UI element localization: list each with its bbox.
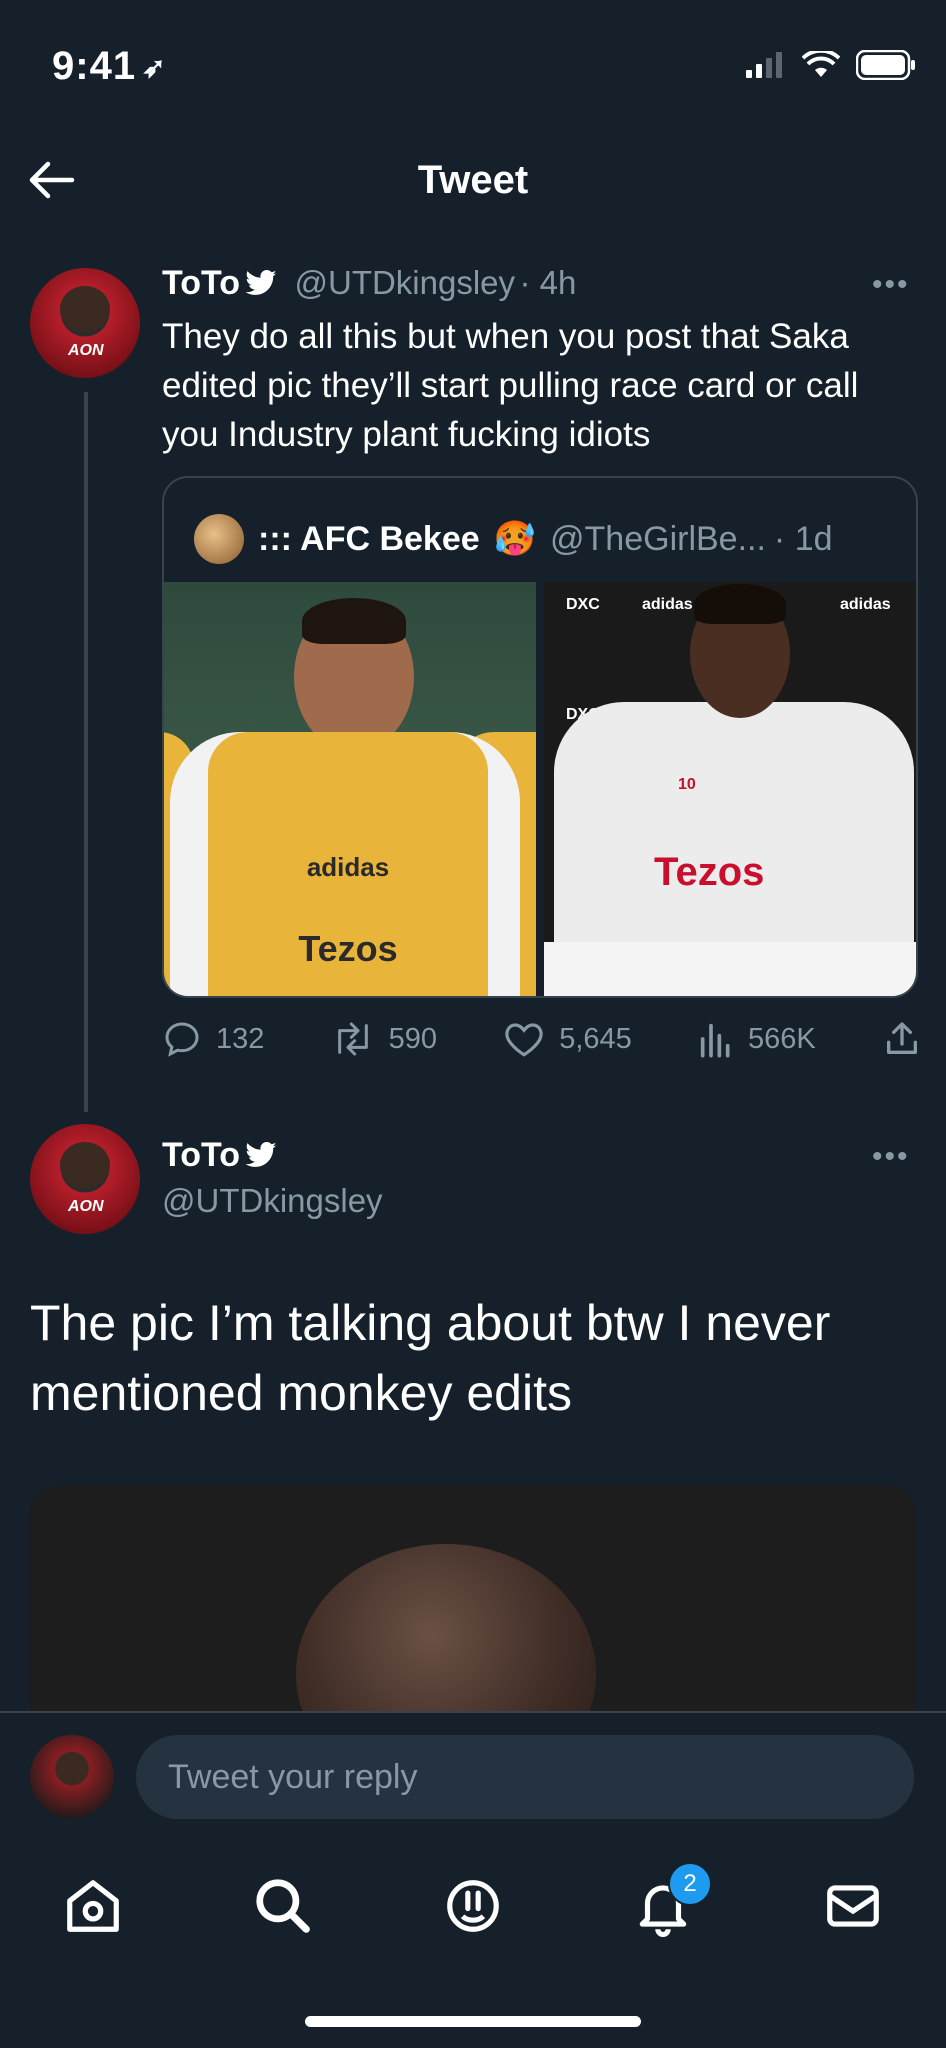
wifi-icon [802,51,840,77]
main-author-handle[interactable]: @UTDkingsley [162,1182,383,1220]
tweet-actions: 132 590 5,645 566K [162,1014,922,1064]
more-options-icon[interactable]: ••• [872,268,910,302]
twitter-bird-icon [245,270,277,295]
quoted-tweet[interactable]: ::: AFC Bekee 🥵 @TheGirlBe... · 1d adida… [162,476,918,998]
status-time: 9:41 ➶ [52,44,167,89]
twitter-bird-icon [245,1142,277,1167]
avatar[interactable]: AON [30,268,140,378]
thread-line [84,392,88,1112]
battery-icon [856,50,915,80]
player-hair [694,584,786,624]
view-count: 566K [748,1022,816,1055]
quoted-tweet-time: · 1d [773,519,833,558]
status-time-text: 9:41 [52,44,137,88]
tweet-header: ToTo @UTDkingsley · 4h [162,264,576,303]
views-button[interactable]: 566K [698,1019,816,1059]
main-author-name-row: ToTo [162,1136,278,1175]
bib-sponsor: Tezos [298,928,398,969]
messages-icon[interactable] [822,1875,884,1937]
avatar-sponsor-text: AON [68,1198,104,1215]
avatar-sponsor-text: AON [68,342,104,359]
search-icon[interactable] [252,1875,314,1937]
quoted-avatar [194,514,244,564]
shirt-number: 10 [678,776,696,793]
signing-paper [544,942,916,996]
status-icons [746,50,916,80]
board-text: DXC [566,596,600,613]
analytics-icon [700,1023,730,1058]
heart-icon [505,1023,543,1057]
retweet-button[interactable]: 590 [331,1019,437,1059]
signal-icon [746,52,782,78]
main-author-name[interactable]: ToTo [162,1136,240,1174]
author-name[interactable]: ToTo [162,264,240,302]
board-text: adidas [642,596,693,613]
quoted-author-handle: @TheGirlBe... [550,519,766,558]
image-subject-head [296,1544,596,1712]
tweet-text: They do all this but when you post that … [162,317,859,454]
retweet-icon [337,1022,368,1056]
more-options-icon[interactable]: ••• [872,1140,910,1174]
retweet-count: 590 [388,1022,437,1055]
shirt-sponsor: Tezos [654,850,765,894]
quoted-image-right[interactable]: DXC adidas DXC adidas 10 Tezos [544,582,916,996]
reply-input[interactable]: Tweet your reply [136,1735,914,1819]
training-bib: adidas Tezos [208,732,488,996]
like-count: 5,645 [559,1022,632,1055]
reply-icon [165,1022,199,1057]
tweet-time: · 4h [519,264,577,301]
spaces-icon[interactable] [442,1875,504,1937]
user-avatar[interactable] [30,1735,114,1819]
main-tweet-image[interactable] [30,1486,916,1712]
quoted-author-name: ::: AFC Bekee [258,519,480,558]
reply-button[interactable]: 132 [162,1019,264,1059]
like-button[interactable]: 5,645 [503,1019,632,1059]
main-tweet-text: The pic I’m talking about btw I never me… [30,1295,831,1421]
page-title: Tweet [417,158,529,202]
location-arrow-icon: ➶ [142,52,167,83]
share-icon[interactable] [882,1019,922,1059]
quoted-author-emoji: 🥵 [493,520,537,558]
bib-brand: adidas [306,852,390,882]
quoted-media: adidas Tezos DXC adidas DXC adidas 10 Te… [164,582,916,996]
notifications-badge: 2 [668,1862,712,1906]
reply-count: 132 [216,1022,265,1055]
player-hair [302,598,406,644]
reply-bar: Tweet your reply [0,1711,946,1831]
board-text: adidas [840,596,891,613]
avatar-face [60,1142,110,1188]
author-handle[interactable]: @UTDkingsley [294,264,515,301]
quoted-tweet-header: ::: AFC Bekee 🥵 @TheGirlBe... · 1d [194,514,833,564]
main-avatar[interactable]: AON [30,1124,140,1234]
home-icon[interactable] [62,1875,124,1937]
tab-bar [0,1831,946,1951]
quoted-image-left[interactable]: adidas Tezos [164,582,536,996]
avatar-face [60,286,110,332]
home-indicator[interactable] [305,2016,641,2027]
